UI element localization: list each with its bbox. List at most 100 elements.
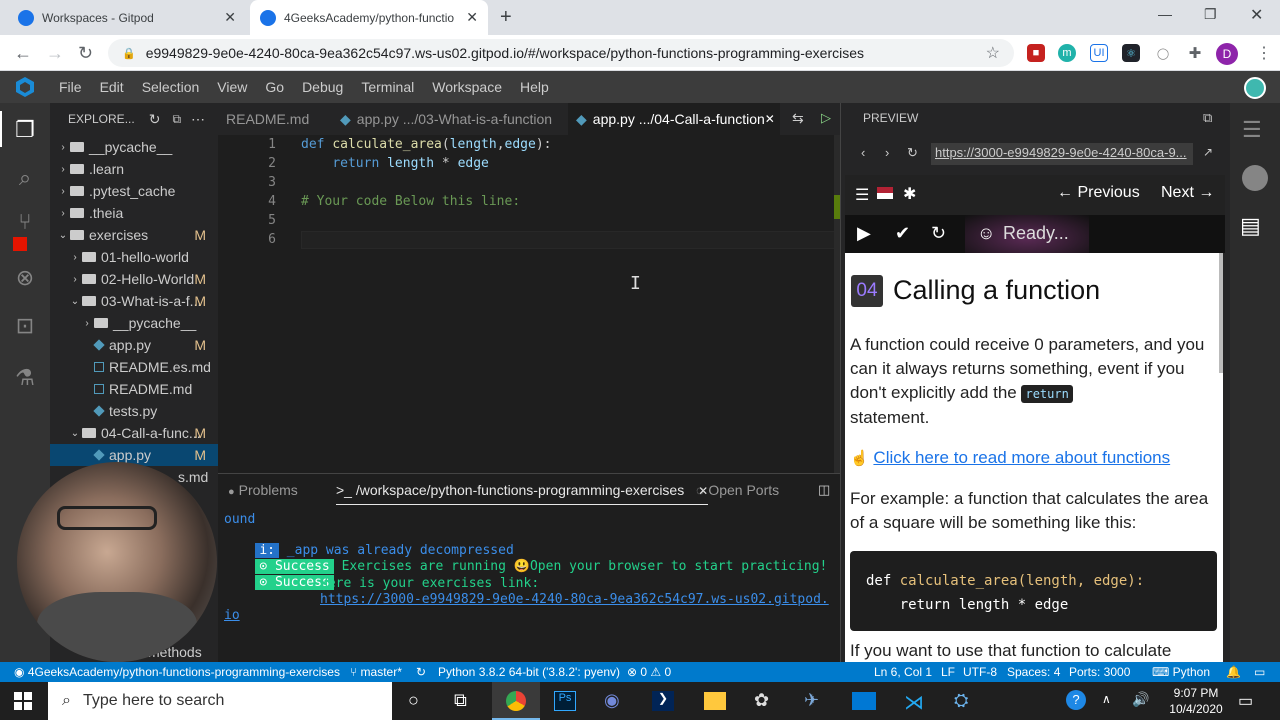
windows-start-icon[interactable] [14,692,32,710]
tab-app-py-03[interactable]: ◆ app.py .../03-What-is-a-function [332,103,564,135]
tree-item[interactable]: ⌄ 03-What-is-a-f... M [50,290,218,312]
browser-tab-workspaces[interactable]: Workspaces - Gitpod ✕ [8,0,246,35]
tab-problems[interactable]: ● Problems [228,482,298,498]
maximize-panel-icon[interactable]: ◫ [818,482,830,498]
url-field[interactable]: 🔒 e9949829-9e0e-4240-80ca-9ea362c54c97.w… [108,39,1014,67]
menu-view[interactable]: View [208,79,256,95]
read-more-link[interactable]: Click here to read more about functions [873,448,1170,467]
preview-scrollbar[interactable] [1219,253,1223,373]
browser-tab-active[interactable]: 4GeeksAcademy/python-functio ✕ [250,0,488,35]
extensions-icon[interactable]: ⊡ [12,313,38,339]
cortana-icon[interactable]: ○ [408,690,419,711]
tree-item[interactable]: ⌄ 04-Call-a-func... M [50,422,218,444]
menu-help[interactable]: Help [511,79,558,95]
github-icon[interactable] [1242,165,1268,191]
powershell-icon[interactable]: ❯ [652,691,674,711]
menu-debug[interactable]: Debug [293,79,352,95]
close-tab-icon[interactable]: ✕ [224,9,236,26]
menu-selection[interactable]: Selection [133,79,209,95]
status-encoding[interactable]: UTF-8 [963,665,997,679]
tree-item[interactable]: › .theia [50,202,218,224]
taskbar-search-box[interactable]: ⌕ Type here to search [48,682,392,720]
back-icon[interactable]: ← [14,43,32,64]
notifications-bell-icon[interactable]: 🔔 [1226,665,1241,679]
tab-app-py-04[interactable]: ◆ app.py .../04-Call-a-function ✕ [568,103,780,135]
exercise-link-cont[interactable]: io [224,608,240,623]
restore-icon[interactable]: ❐ [1204,6,1217,23]
gitpod-user-avatar[interactable] [1244,77,1266,99]
next-button[interactable]: Next → [1161,184,1214,202]
bookmark-star-icon[interactable]: ☆ [986,43,1000,63]
bug-icon[interactable]: ✱ [903,184,916,204]
source-control-icon[interactable]: ⑂ [12,209,38,235]
app-icon[interactable]: ✿ [754,690,769,711]
taskbar-chrome[interactable] [492,682,540,720]
tray-up-icon[interactable]: ∧ [1102,692,1111,706]
tree-item[interactable]: README.md [50,378,218,400]
run-icon[interactable]: ▷ [821,110,831,126]
menu-workspace[interactable]: Workspace [423,79,511,95]
status-python[interactable]: Python 3.8.2 64-bit ('3.8.2': pyenv) [438,665,620,679]
test-flask-icon[interactable]: ⚗ [12,365,38,391]
new-tab-icon[interactable]: + [500,6,512,29]
extensions-puzzle-icon[interactable]: ✚ [1186,44,1204,62]
preview-back-icon[interactable]: ‹ [861,145,865,160]
extension-icon[interactable]: ■ [1027,44,1045,62]
tab-readme[interactable]: README.md [218,103,328,135]
volume-icon[interactable]: 🔊 [1132,691,1149,708]
status-problems[interactable]: ⊗ 0 ⚠ 0 [627,665,671,679]
toggle-diff-icon[interactable]: ⇆ [792,110,804,127]
debug-stop-icon[interactable] [13,237,27,251]
clock[interactable]: 9:07 PM 10/4/2020 [1166,685,1226,717]
hamburger-icon[interactable]: ☰ [855,185,869,205]
tree-item[interactable]: README.es.md [50,356,218,378]
status-repo[interactable]: ◉ 4GeeksAcademy/python-functions-program… [14,665,340,679]
test-check-icon[interactable]: ✔ [895,223,910,244]
app-icon-3[interactable]: ⛭ [954,690,968,711]
tree-item[interactable]: ⌄ exercises M [50,224,218,246]
collapse-all-icon[interactable]: ⧉ [172,112,181,127]
reset-icon[interactable]: ↻ [931,223,946,244]
refresh-icon[interactable]: ↻ [149,111,161,128]
tree-item[interactable]: › 02-Hello-World M [50,268,218,290]
tab-open-ports[interactable]: ◌ Open Ports [696,482,779,498]
minimize-icon[interactable]: — [1158,6,1172,22]
play-run-icon[interactable]: ▶ [857,223,871,244]
menu-file[interactable]: File [50,79,91,95]
preview-panel-icon[interactable]: ▤ [1240,213,1261,239]
open-preview-icon[interactable]: ⧉ [1203,110,1212,126]
sync-icon[interactable]: ↻ [416,665,426,679]
tree-item[interactable]: › 01-hello-world [50,246,218,268]
status-language[interactable]: ⌨ Python [1152,665,1210,679]
react-devtools-icon[interactable]: ⚛ [1122,44,1140,62]
app-icon-2[interactable]: ✈ [804,690,819,711]
help-icon[interactable]: ? [1066,690,1086,710]
discord-icon[interactable]: ◉ [604,690,620,711]
menu-edit[interactable]: Edit [91,79,133,95]
close-tab-icon[interactable]: ✕ [466,9,478,26]
layout-icon[interactable]: ▭ [1254,665,1265,679]
previous-button[interactable]: ← Previous [1057,184,1140,202]
profile-avatar[interactable]: D [1216,43,1238,65]
reload-icon[interactable]: ↻ [78,43,93,64]
tab-terminal[interactable]: >_ /workspace/python-functions-programmi… [336,482,709,505]
vscode-icon[interactable]: ⋊ [904,690,924,715]
extension-m-icon[interactable]: m [1058,44,1076,62]
file-explorer-icon[interactable] [704,692,726,710]
outline-icon[interactable]: ☰ [1242,117,1262,143]
tree-item[interactable]: › __pycache__ [50,136,218,158]
status-ports[interactable]: Ports: 3000 [1069,665,1130,679]
external-link-icon[interactable]: ↗ [1203,145,1213,159]
code-editor[interactable]: 1 def calculate_area(length,edge): 2 retur… [218,135,840,473]
preview-forward-icon[interactable]: › [885,145,889,160]
explorer-files-icon[interactable]: ❐ [12,117,38,143]
status-eol[interactable]: LF [941,665,955,679]
status-branch[interactable]: ⑂ master* [350,665,402,679]
action-center-icon[interactable]: ▭ [1238,691,1253,711]
photoshop-icon[interactable]: Ps [554,691,576,711]
forward-icon[interactable]: → [46,43,64,64]
close-window-icon[interactable]: ✕ [1250,5,1263,25]
exercise-link[interactable]: https://3000-e9949829-9e0e-4240-80ca-9ea… [320,592,829,607]
menu-go[interactable]: Go [256,79,293,95]
tree-item[interactable]: › __pycache__ [50,312,218,334]
